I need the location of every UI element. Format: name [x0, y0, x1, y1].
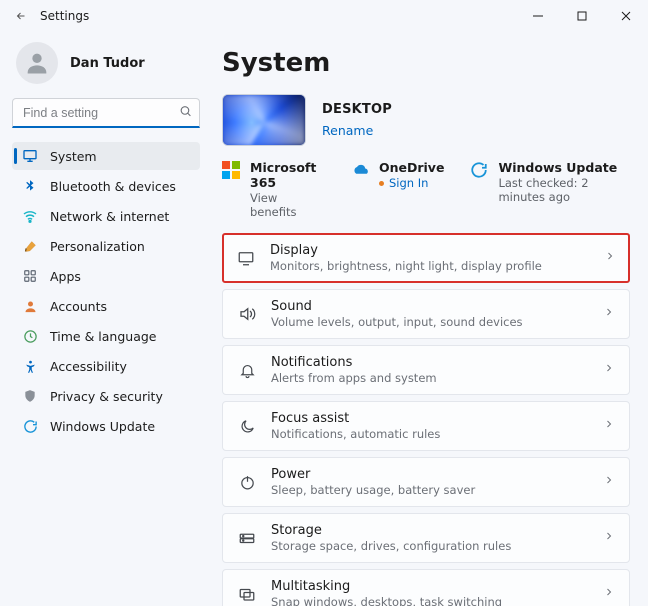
quick-links: Microsoft 365 View benefits OneDrive Sig… [222, 160, 630, 219]
nav-label: Bluetooth & devices [50, 179, 176, 194]
card-sub: Storage space, drives, configuration rul… [271, 539, 589, 553]
nav-apps[interactable]: Apps [12, 262, 200, 290]
card-title: Storage [271, 523, 589, 538]
nav-label: Network & internet [50, 209, 169, 224]
nav-windows-update[interactable]: Windows Update [12, 412, 200, 440]
microsoft-logo-icon [222, 161, 240, 179]
minimize-button[interactable] [516, 2, 560, 30]
card-display[interactable]: Display Monitors, brightness, night ligh… [222, 233, 630, 283]
sound-icon [237, 304, 257, 324]
content-area: System DESKTOP Rename Microsoft 365 View… [210, 32, 648, 606]
nav-label: Apps [50, 269, 81, 284]
wifi-icon [22, 208, 38, 224]
chevron-right-icon [603, 474, 615, 490]
card-title: Notifications [271, 355, 589, 370]
sidebar: Dan Tudor System Bluetooth & devices [0, 32, 210, 606]
chevron-right-icon [603, 586, 615, 602]
display-icon [236, 248, 256, 268]
quick-title: Microsoft 365 [250, 160, 325, 190]
settings-cards: Display Monitors, brightness, night ligh… [222, 233, 630, 606]
chevron-right-icon [604, 250, 616, 266]
update-icon [22, 418, 38, 434]
card-sub: Monitors, brightness, night light, displ… [270, 259, 590, 273]
nav-bluetooth[interactable]: Bluetooth & devices [12, 172, 200, 200]
nav-accounts[interactable]: Accounts [12, 292, 200, 320]
storage-icon [237, 528, 257, 548]
quick-windows-update[interactable]: Windows Update Last checked: 2 minutes a… [470, 160, 630, 219]
nav-label: Accounts [50, 299, 107, 314]
card-sound[interactable]: Sound Volume levels, output, input, soun… [222, 289, 630, 339]
page-title: System [222, 48, 630, 78]
card-sub: Sleep, battery usage, battery saver [271, 483, 589, 497]
chevron-right-icon [603, 362, 615, 378]
onedrive-icon [351, 161, 369, 179]
card-storage[interactable]: Storage Storage space, drives, configura… [222, 513, 630, 563]
card-multitasking[interactable]: Multitasking Snap windows, desktops, tas… [222, 569, 630, 606]
account-icon [22, 298, 38, 314]
device-wallpaper-thumb[interactable] [222, 94, 306, 146]
profile-block[interactable]: Dan Tudor [12, 40, 200, 98]
card-title: Power [271, 467, 589, 482]
quick-sub: Last checked: 2 minutes ago [498, 176, 630, 204]
multitasking-icon [237, 584, 257, 604]
card-power[interactable]: Power Sleep, battery usage, battery save… [222, 457, 630, 507]
titlebar: Settings [0, 0, 648, 32]
nav-label: Privacy & security [50, 389, 163, 404]
device-header: DESKTOP Rename [222, 94, 630, 146]
nav-label: Windows Update [50, 419, 155, 434]
quick-sub: Sign In [379, 176, 444, 190]
nav-list: System Bluetooth & devices Network & int… [12, 142, 200, 440]
nav-personalization[interactable]: Personalization [12, 232, 200, 260]
card-title: Focus assist [271, 411, 589, 426]
quick-sub: View benefits [250, 191, 325, 219]
nav-label: Time & language [50, 329, 156, 344]
quick-m365[interactable]: Microsoft 365 View benefits [222, 160, 325, 219]
search-input[interactable] [12, 98, 200, 128]
maximize-button[interactable] [560, 2, 604, 30]
nav-system[interactable]: System [12, 142, 200, 170]
profile-name: Dan Tudor [70, 56, 145, 71]
power-icon [237, 472, 257, 492]
card-title: Display [270, 243, 590, 258]
card-title: Sound [271, 299, 589, 314]
card-notifications[interactable]: Notifications Alerts from apps and syste… [222, 345, 630, 395]
nav-label: Personalization [50, 239, 145, 254]
quick-title: OneDrive [379, 160, 444, 175]
search-icon [179, 105, 192, 122]
window-title: Settings [40, 9, 89, 23]
avatar [16, 42, 58, 84]
update-icon [470, 161, 488, 179]
chevron-right-icon [603, 530, 615, 546]
card-sub: Alerts from apps and system [271, 371, 589, 385]
search-box[interactable] [12, 98, 200, 128]
apps-icon [22, 268, 38, 284]
paintbrush-icon [22, 238, 38, 254]
card-title: Multitasking [271, 579, 589, 594]
accessibility-icon [22, 358, 38, 374]
moon-icon [237, 416, 257, 436]
shield-icon [22, 388, 38, 404]
card-sub: Snap windows, desktops, task switching [271, 595, 589, 606]
nav-label: System [50, 149, 97, 164]
quick-onedrive[interactable]: OneDrive Sign In [351, 160, 444, 219]
bluetooth-icon [22, 178, 38, 194]
chevron-right-icon [603, 418, 615, 434]
card-sub: Volume levels, output, input, sound devi… [271, 315, 589, 329]
bell-icon [237, 360, 257, 380]
chevron-right-icon [603, 306, 615, 322]
nav-accessibility[interactable]: Accessibility [12, 352, 200, 380]
back-button[interactable] [14, 9, 28, 23]
rename-link[interactable]: Rename [322, 123, 373, 138]
card-sub: Notifications, automatic rules [271, 427, 589, 441]
clock-globe-icon [22, 328, 38, 344]
device-name: DESKTOP [322, 102, 392, 117]
quick-title: Windows Update [498, 160, 630, 175]
nav-label: Accessibility [50, 359, 127, 374]
nav-time-language[interactable]: Time & language [12, 322, 200, 350]
card-focus-assist[interactable]: Focus assist Notifications, automatic ru… [222, 401, 630, 451]
nav-network[interactable]: Network & internet [12, 202, 200, 230]
close-button[interactable] [604, 2, 648, 30]
system-icon [22, 148, 38, 164]
nav-privacy[interactable]: Privacy & security [12, 382, 200, 410]
